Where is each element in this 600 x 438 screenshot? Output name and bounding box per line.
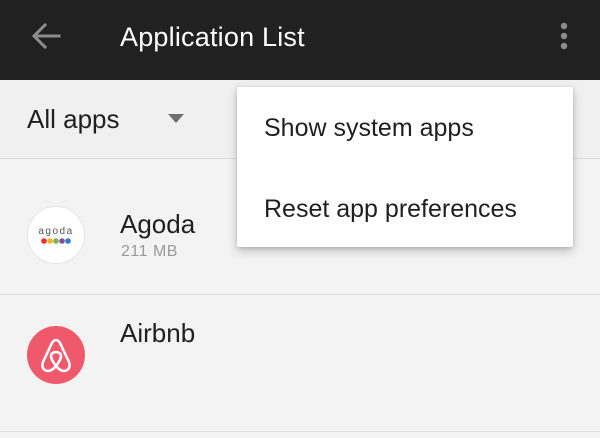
svg-text:agoda: agoda <box>38 226 73 237</box>
top-app-bar: Application List <box>0 0 600 80</box>
list-item-airbnb[interactable]: Airbnb <box>0 296 600 432</box>
more-vertical-icon <box>560 22 568 50</box>
app-name: Agoda <box>120 209 196 239</box>
agoda-logo-icon: agoda <box>38 226 73 244</box>
airbnb-app-icon <box>27 326 85 384</box>
menu-item-reset-app-preferences[interactable]: Reset app preferences <box>237 167 573 247</box>
menu-item-label: Reset app preferences <box>264 195 517 223</box>
app-size: 211 MB <box>121 243 178 260</box>
arrow-left-icon <box>31 23 61 49</box>
app-name: Airbnb <box>120 318 196 348</box>
menu-item-show-system-apps[interactable]: Show system apps <box>237 87 573 167</box>
agoda-app-icon: agoda <box>27 206 85 264</box>
overflow-menu-button[interactable] <box>540 12 588 60</box>
filter-selected-value: All apps <box>27 104 120 134</box>
back-button[interactable] <box>18 12 74 60</box>
app-list-screen: Application List All apps agoda Agoda 21… <box>0 0 600 438</box>
overflow-popup-menu: Show system apps Reset app preferences <box>237 87 573 247</box>
menu-item-label: Show system apps <box>264 114 474 142</box>
page-title: Application List <box>120 22 305 52</box>
airbnb-logo-icon <box>41 338 71 373</box>
caret-down-icon <box>168 114 184 123</box>
app-filter-dropdown[interactable]: All apps <box>18 94 198 144</box>
